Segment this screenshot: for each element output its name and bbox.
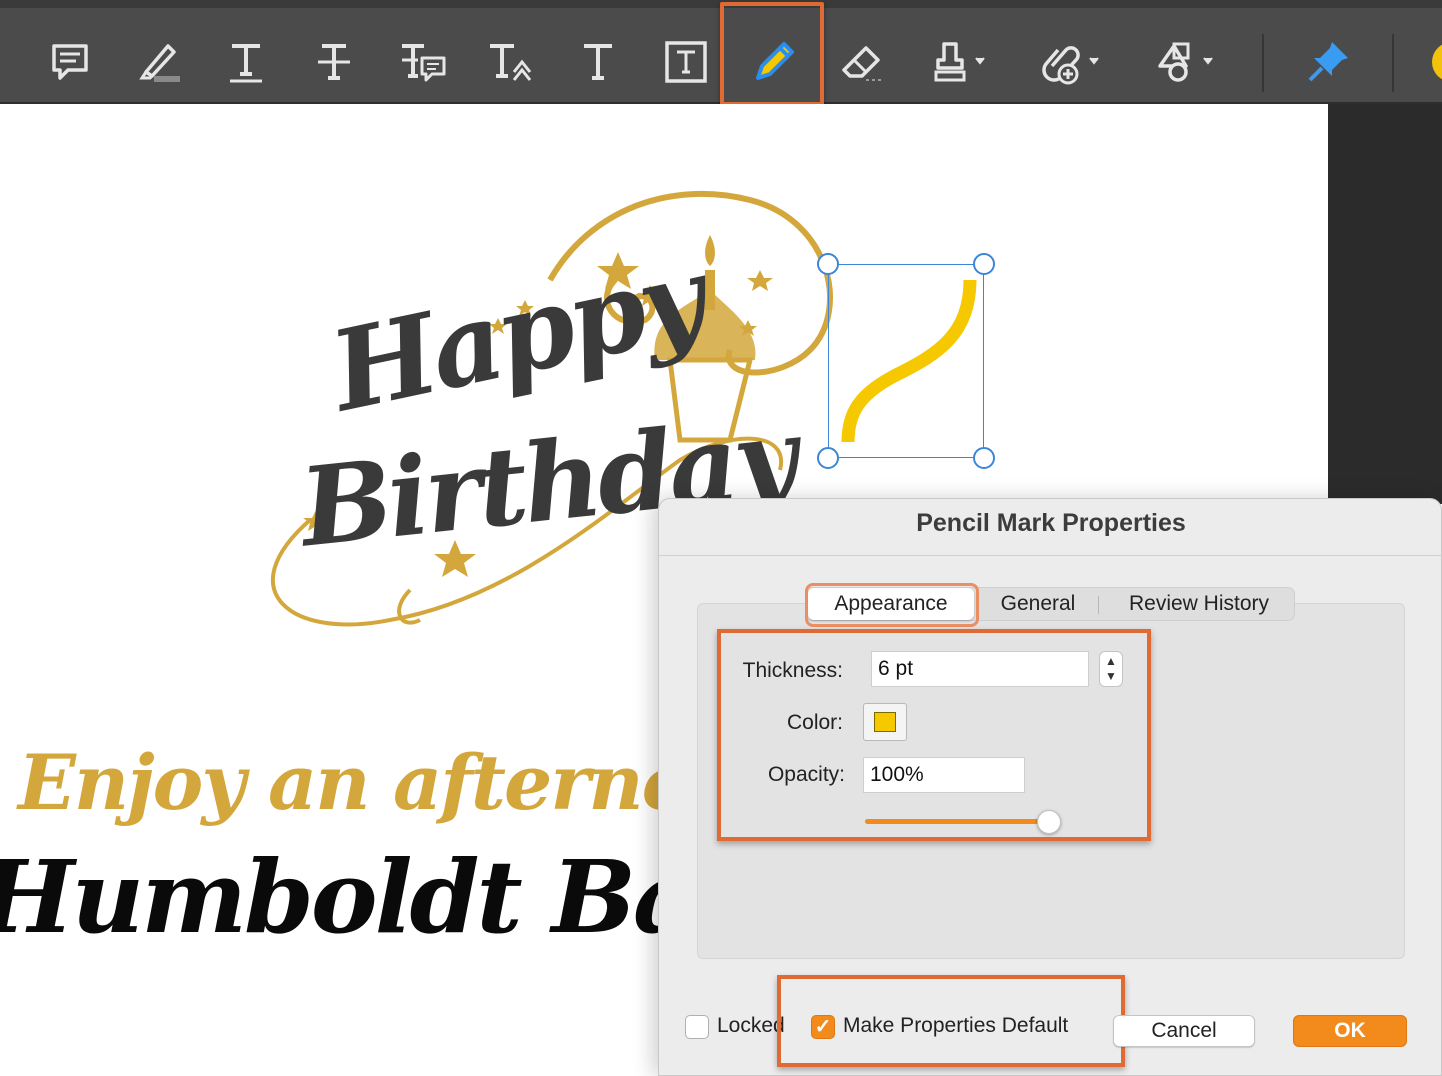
attachment-tool-button[interactable] (1030, 30, 1110, 94)
replace-text-icon (402, 44, 446, 82)
toolbar-separator (1392, 34, 1394, 92)
ok-button[interactable]: OK (1293, 1015, 1407, 1047)
textbox-tool-button[interactable] (654, 30, 718, 94)
tab-divider (1098, 596, 1099, 614)
dialog-title: Pencil Mark Properties (916, 509, 1186, 537)
attachment-icon (1042, 46, 1099, 85)
eraser-icon (842, 46, 884, 81)
pencil-mark-properties-dialog: Pencil Mark Properties Appearance Genera… (658, 498, 1442, 1076)
dialog-title-divider (659, 555, 1442, 556)
tab-review-history[interactable]: Review History (1104, 588, 1294, 620)
color-indicator-icon[interactable] (1432, 42, 1442, 82)
properties-highlight (717, 629, 1151, 841)
cancel-button[interactable]: Cancel (1113, 1015, 1255, 1047)
strikethrough-text-tool-button[interactable] (302, 30, 366, 94)
highlight-tool-button[interactable] (126, 30, 190, 94)
pin-tool-button[interactable] (1296, 30, 1360, 94)
stamp-icon (934, 42, 985, 82)
toolbar-separator (1262, 34, 1264, 92)
locked-label[interactable]: Locked (717, 1014, 785, 1038)
appearance-tab-highlight (805, 583, 979, 627)
document-background-gutter (1328, 104, 1442, 504)
pin-icon (1308, 42, 1348, 82)
strikethrough-text-icon (318, 44, 350, 80)
pencil-mark-selection[interactable] (828, 264, 984, 458)
eraser-tool-button[interactable] (830, 30, 894, 94)
underline-text-tool-button[interactable] (214, 30, 278, 94)
replace-text-tool-button[interactable] (390, 30, 454, 94)
shapes-tool-button[interactable] (1142, 30, 1222, 94)
resize-handle-bottom-left[interactable] (817, 447, 839, 469)
locked-checkbox[interactable] (685, 1015, 709, 1039)
pencil-tool-highlight (720, 2, 824, 106)
note-icon (52, 44, 88, 80)
underline-text-icon (230, 44, 262, 83)
resize-handle-top-right[interactable] (973, 253, 995, 275)
note-tool-button[interactable] (38, 30, 102, 94)
resize-handle-bottom-right[interactable] (973, 447, 995, 469)
typewriter-icon (584, 44, 612, 80)
resize-handle-top-left[interactable] (817, 253, 839, 275)
tab-general[interactable]: General (978, 588, 1098, 620)
insert-text-tool-button[interactable] (478, 30, 542, 94)
make-default-highlight (777, 975, 1125, 1067)
textbox-icon (665, 41, 707, 83)
insert-text-icon (490, 44, 532, 81)
typewriter-tool-button[interactable] (566, 30, 630, 94)
shapes-icon (1158, 42, 1213, 82)
highlighter-icon (139, 44, 180, 82)
stamp-tool-button[interactable] (918, 30, 998, 94)
